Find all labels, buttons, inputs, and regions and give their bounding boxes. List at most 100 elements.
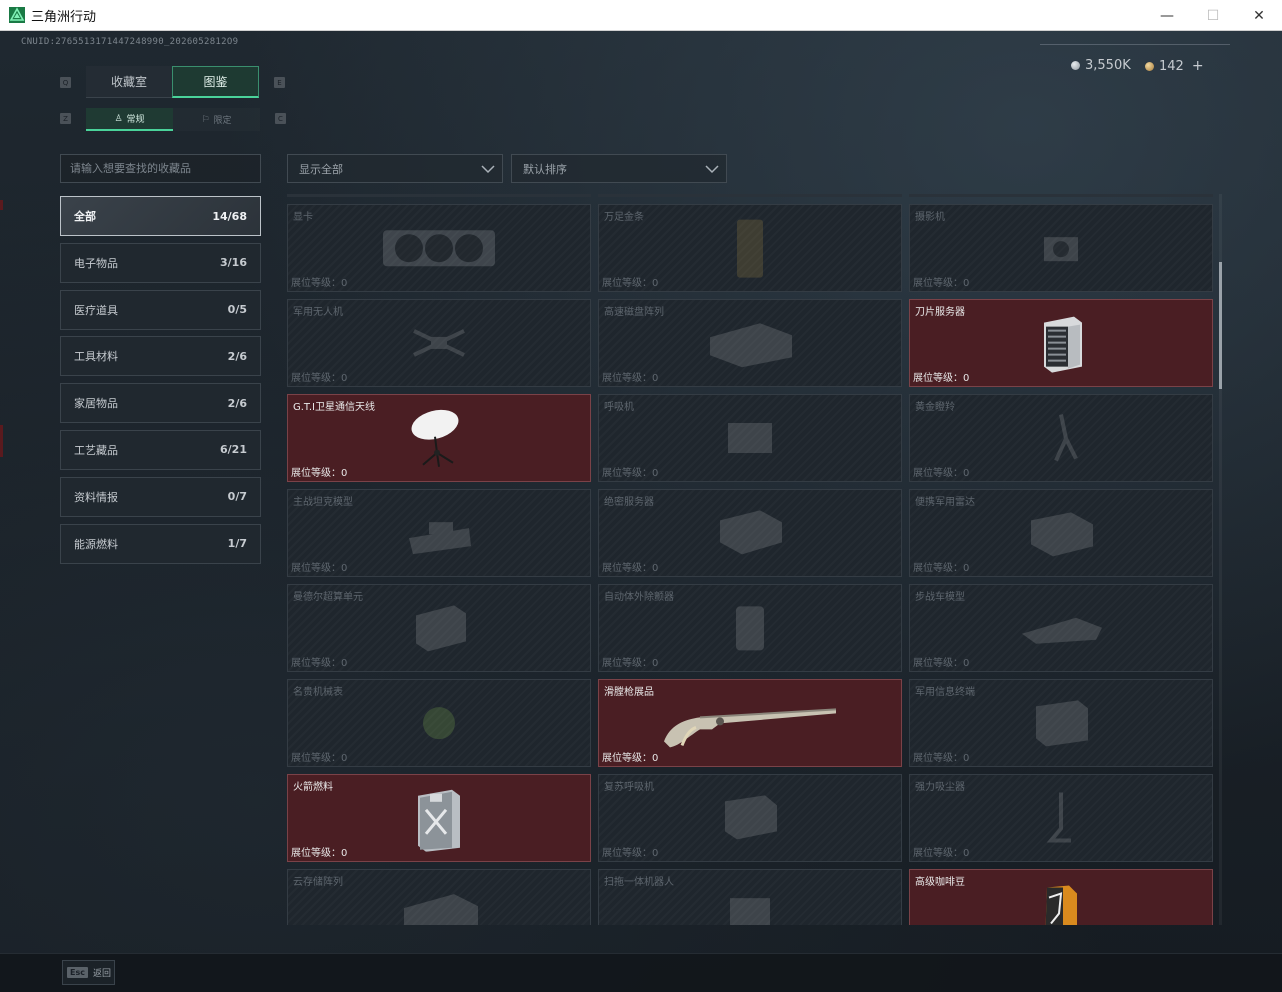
item-level: 展位等级：0	[291, 369, 347, 384]
tank-icon	[399, 508, 479, 562]
category-count: 3/16	[220, 256, 247, 270]
category-label: 工具材料	[74, 350, 118, 364]
top-divider	[1040, 44, 1230, 45]
limited-icon: ⚐	[201, 114, 210, 125]
esc-key-hint: Esc	[67, 967, 88, 978]
category-item[interactable]: 工具材料 2/6	[60, 336, 261, 377]
currency-gold: 142 +	[1145, 58, 1204, 74]
item-name: 名贵机械表	[293, 687, 343, 698]
item-name: 高级咖啡豆	[915, 877, 965, 888]
search-input[interactable]	[60, 154, 261, 183]
tab-codex[interactable]: 图鉴	[172, 66, 259, 98]
item-level-value: 0	[652, 658, 659, 669]
category-item[interactable]: 能源燃料 1/7	[60, 523, 261, 564]
item-level: 展位等级：0	[291, 749, 347, 764]
item-level-label: 展位等级：	[291, 658, 341, 669]
item-level: 展位等级：0	[291, 654, 347, 669]
category-item[interactable]: 电子物品 3/16	[60, 242, 261, 283]
minimize-button[interactable]: —	[1144, 0, 1190, 31]
sort-dropdown[interactable]: 默认排序	[511, 154, 727, 183]
resuscitator-icon	[715, 791, 785, 849]
item-level-value: 0	[341, 753, 348, 764]
maximize-button[interactable]: ☐	[1190, 0, 1236, 31]
item-name: 滑膛枪展品	[604, 687, 654, 698]
collection-grid-viewport[interactable]: 显卡 展位等级：0 万足金条 展位等级：0 摄影机 展位等级：0 军用无人机 展位等级：0 高速…	[287, 194, 1214, 925]
collection-card[interactable]: 便携军用雷达展位等级：0	[909, 489, 1213, 577]
z-key-hint: Z	[60, 113, 71, 124]
close-button[interactable]: ✕	[1236, 0, 1282, 31]
scrollbar-thumb[interactable]	[1219, 262, 1222, 389]
subtab-limited[interactable]: ⚐ 限定	[173, 108, 260, 131]
silver-coin-icon	[1071, 61, 1080, 70]
add-currency-button[interactable]: +	[1192, 58, 1204, 74]
collection-card[interactable]: 高级咖啡豆展位等级：0	[909, 869, 1213, 925]
collection-card[interactable]: 云存储阵列展位等级：0	[287, 869, 591, 925]
subtab-normal[interactable]: ♙ 常规	[86, 108, 173, 131]
item-name: 自动体外除颤器	[604, 592, 674, 603]
category-label: 能源燃料	[74, 537, 118, 551]
item-level-value: 0	[652, 278, 659, 289]
collection-card[interactable]: 军用无人机 展位等级：0	[287, 299, 591, 387]
item-name: 云存储阵列	[293, 877, 343, 888]
collection-card[interactable]: 呼吸机 展位等级：0	[598, 394, 902, 482]
filter-dropdown[interactable]: 显示全部	[287, 154, 503, 183]
camera-icon	[1036, 223, 1086, 277]
item-level: 展位等级：0	[913, 559, 969, 574]
gold-coin-icon	[1145, 61, 1154, 71]
sort-dropdown-label: 默认排序	[523, 162, 567, 176]
collection-card[interactable]: 显卡 展位等级：0	[287, 204, 591, 292]
collection-card[interactable]: 高速磁盘阵列 展位等级：0	[598, 299, 902, 387]
category-item[interactable]: 工艺藏品 6/21	[60, 429, 261, 470]
collection-card[interactable]: 步战车模型 展位等级：0	[909, 584, 1213, 672]
item-level: 展位等级：0	[602, 274, 658, 289]
terminal-icon	[1026, 696, 1096, 754]
collection-card[interactable]: G.T.I卫星通信天线 展位等级：0	[287, 394, 591, 482]
category-item[interactable]: 医疗道具 0/5	[60, 289, 261, 330]
item-level-label: 展位等级：	[913, 468, 963, 479]
item-level-label: 展位等级：	[913, 373, 963, 384]
collection-card[interactable]: 曼德尔超算单元 展位等级：0	[287, 584, 591, 672]
category-item[interactable]: 家居物品 2/6	[60, 383, 261, 424]
vacuum-icon	[1041, 789, 1081, 853]
item-name: 便携军用雷达	[915, 497, 975, 508]
collection-card[interactable]: 绝密服务器 展位等级：0	[598, 489, 902, 577]
item-name: 呼吸机	[604, 402, 634, 413]
coffee-bag-icon	[1041, 884, 1081, 925]
ventilator-icon	[720, 415, 780, 465]
collection-card[interactable]: 主战坦克模型 展位等级：0	[287, 489, 591, 577]
collection-card[interactable]: 滑膛枪展品 展位等级：0	[598, 679, 902, 767]
collection-card[interactable]: 名贵机械表展位等级：0	[287, 679, 591, 767]
collection-card[interactable]: 万足金条 展位等级：0	[598, 204, 902, 292]
item-level-value: 0	[341, 563, 348, 574]
category-count: 2/6	[227, 396, 247, 410]
item-level-value: 0	[963, 373, 970, 384]
category-item[interactable]: 全部 14/68	[60, 196, 261, 236]
tab-collection[interactable]: 收藏室	[86, 66, 172, 98]
category-count: 14/68	[212, 209, 247, 223]
trophy-icon: ♙	[114, 113, 123, 124]
item-level: 展位等级：0	[291, 464, 347, 479]
grid-top-edge	[598, 194, 902, 197]
item-level: 展位等级：0	[291, 274, 347, 289]
item-level-value: 0	[341, 373, 348, 384]
category-count: 2/6	[227, 349, 247, 363]
item-name: 扫拖一体机器人	[604, 877, 674, 888]
category-count: 1/7	[227, 537, 247, 551]
collection-card[interactable]: 军用信息终端 展位等级：0	[909, 679, 1213, 767]
category-item[interactable]: 资料情报 0/7	[60, 476, 261, 517]
collection-card[interactable]: 复苏呼吸机 展位等级：0	[598, 774, 902, 862]
collection-card[interactable]: 自动体外除颤器 展位等级：0	[598, 584, 902, 672]
back-label: 返回	[92, 969, 111, 979]
currency-silver-value: 3,550K	[1085, 58, 1131, 73]
collection-card[interactable]: 刀片服务器 展位等级：0	[909, 299, 1213, 387]
collection-card[interactable]: 强力吸尘器 展位等级：0	[909, 774, 1213, 862]
item-level-value: 0	[341, 658, 348, 669]
back-button[interactable]: Esc 返回	[62, 960, 115, 985]
collection-card[interactable]: 扫拖一体机器人展位等级：0	[598, 869, 902, 925]
collection-card[interactable]: 火箭燃料 展位等级：0	[287, 774, 591, 862]
category-label: 家居物品	[74, 397, 118, 411]
grid-top-edge	[287, 194, 591, 197]
collection-card[interactable]: 黄金瞪羚 展位等级：0	[909, 394, 1213, 482]
item-level-label: 展位等级：	[913, 753, 963, 764]
collection-card[interactable]: 摄影机 展位等级：0	[909, 204, 1213, 292]
